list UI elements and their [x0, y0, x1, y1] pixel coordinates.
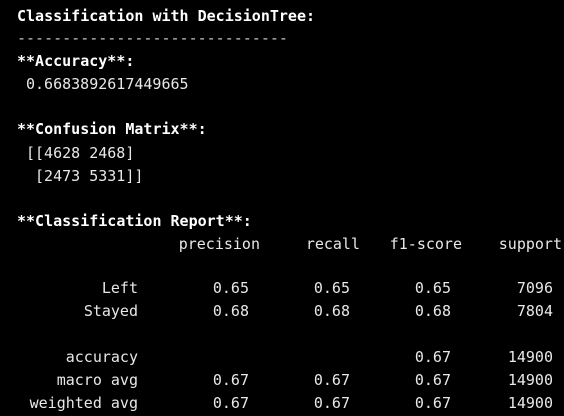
cell-support: 14900	[507, 371, 553, 389]
row-label: macro avg	[56, 371, 138, 389]
confusion-heading: **Confusion Matrix**:	[17, 120, 207, 138]
cell-precision: 0.65	[212, 279, 249, 297]
row-label: Stayed	[83, 302, 138, 320]
cell-support: 7804	[516, 302, 553, 320]
cell-f1: 0.67	[414, 371, 451, 389]
separator-line: ------------------------------	[17, 29, 288, 47]
header-support: support	[498, 235, 562, 253]
accuracy-heading: **Accuracy**:	[17, 52, 135, 70]
cell-precision: 0.67	[212, 394, 249, 412]
cell-precision: 0.67	[212, 371, 249, 389]
cell-recall: 0.68	[313, 302, 350, 320]
cell-f1: 0.67	[414, 394, 451, 412]
cell-f1: 0.65	[414, 279, 451, 297]
cell-recall: 0.65	[313, 279, 350, 297]
header-precision: precision	[178, 235, 260, 253]
cell-f1: 0.68	[414, 302, 451, 320]
cell-support: 14900	[507, 394, 553, 412]
cell-support: 7096	[516, 279, 553, 297]
confusion-row-1: [[4628 2468]	[26, 144, 135, 162]
cell-support: 14900	[507, 348, 553, 366]
confusion-row-2: [2473 5331]]	[26, 167, 144, 185]
row-label: Left	[101, 279, 138, 297]
cell-recall: 0.67	[313, 371, 350, 389]
report-heading: **Classification Report**:	[17, 212, 252, 230]
accuracy-value: 0.6683892617449665	[26, 75, 189, 93]
header-f1-score: f1-score	[389, 235, 462, 253]
cell-precision: 0.68	[212, 302, 249, 320]
cell-f1: 0.67	[414, 348, 451, 366]
output-title: Classification with DecisionTree:	[17, 7, 316, 25]
header-recall: recall	[305, 235, 360, 253]
row-label: weighted avg	[29, 394, 138, 412]
row-label: accuracy	[65, 348, 138, 366]
cell-recall: 0.67	[313, 394, 350, 412]
